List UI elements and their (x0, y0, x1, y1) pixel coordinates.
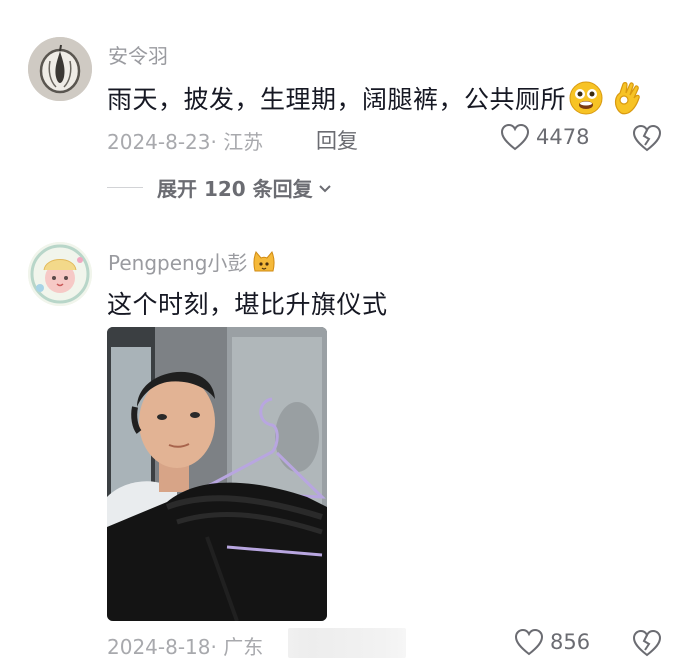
heart-icon (500, 123, 530, 151)
username-text: Pengpeng小彭 (108, 251, 248, 275)
username[interactable]: 安令羽 (108, 40, 168, 69)
watermark-overlay (288, 628, 406, 658)
comment-text-content: 雨天，披发，生理期，阔腿裤，公共厕所 (107, 85, 567, 114)
reply-button[interactable]: 回复 (316, 125, 358, 155)
comment-text: 这个时刻，堪比升旗仪式 (107, 290, 388, 319)
avatar[interactable] (28, 37, 92, 101)
like-button[interactable]: 4478 (500, 123, 589, 151)
broken-heart-icon (632, 629, 662, 657)
grinning-emoji-icon (569, 81, 603, 115)
ok-hand-icon (614, 82, 640, 115)
like-button[interactable]: 856 (514, 628, 590, 656)
cat-face-icon (253, 250, 275, 271)
comment-image[interactable] (107, 327, 327, 621)
expand-replies-label: 展开 120 条回复 (157, 177, 313, 201)
chevron-down-icon (318, 184, 331, 192)
comment-item: 安令羽 雨天，披发，生理期，阔腿裤，公共厕所 2024-8-23· 江苏 回复 … (0, 0, 690, 210)
username[interactable]: Pengpeng小彭 (108, 247, 277, 276)
photo-man-holding-pants (107, 327, 327, 621)
comment-date-location: 2024-8-18· 广东 (107, 635, 264, 659)
like-count: 856 (550, 630, 591, 654)
dislike-button[interactable] (632, 629, 662, 661)
comment-date-location: 2024-8-23· 江苏 (107, 130, 264, 154)
apple-avatar-image (28, 37, 92, 101)
heart-icon (514, 628, 544, 656)
expand-replies-button[interactable]: 展开 120 条回复 (107, 173, 333, 202)
dislike-button[interactable] (632, 124, 662, 156)
avatar[interactable] (28, 242, 92, 306)
expand-divider (107, 187, 143, 188)
cartoon-avatar-image (28, 242, 92, 306)
comment-text: 雨天，披发，生理期，阔腿裤，公共厕所 (107, 80, 646, 116)
comment-item: Pengpeng小彭 这个时刻，堪比升旗仪式 2024-8-18· 广东 856 (0, 230, 690, 670)
like-count: 4478 (536, 125, 590, 149)
broken-heart-icon (632, 124, 662, 152)
